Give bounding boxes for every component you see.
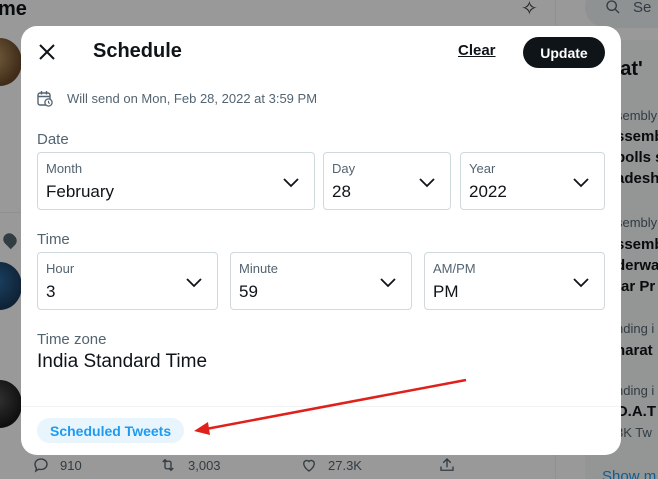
close-icon — [39, 44, 55, 60]
ampm-select-value: PM — [433, 282, 459, 301]
month-select-label: Month — [46, 161, 83, 176]
year-select[interactable]: Year 2022 — [460, 152, 605, 210]
timezone-value: India Standard Time — [37, 351, 208, 372]
will-send-info: Will send on Mon, Feb 28, 2022 at 3:59 P… — [37, 90, 317, 107]
month-select[interactable]: Month February — [37, 152, 315, 210]
day-select-value: 28 — [332, 182, 351, 201]
dialog-title: Schedule — [93, 40, 182, 62]
month-select-value: February — [46, 182, 115, 201]
chevron-down-icon — [283, 178, 299, 188]
close-button[interactable] — [33, 38, 61, 66]
hour-select[interactable]: Hour 3 — [37, 252, 218, 310]
minute-select-value: 59 — [239, 282, 258, 301]
chevron-down-icon — [573, 178, 589, 188]
day-select-label: Day — [332, 161, 356, 176]
minute-select[interactable]: Minute 59 — [230, 252, 412, 310]
chevron-down-icon — [380, 278, 396, 288]
minute-select-label: Minute — [239, 261, 279, 276]
chevron-down-icon — [186, 278, 202, 288]
hour-select-value: 3 — [46, 282, 56, 301]
chevron-down-icon — [573, 278, 589, 288]
day-select[interactable]: Day 28 — [323, 152, 451, 210]
hour-select-label: Hour — [46, 261, 75, 276]
year-select-value: 2022 — [469, 182, 507, 201]
chevron-down-icon — [419, 178, 435, 188]
update-button[interactable]: Update — [523, 37, 605, 68]
schedule-dialog: Schedule Clear Update Will send on Mon, … — [21, 26, 621, 455]
scheduled-tweets-button[interactable]: Scheduled Tweets — [37, 418, 185, 443]
calendar-clock-icon — [37, 91, 53, 107]
will-send-text: Will send on Mon, Feb 28, 2022 at 3:59 P… — [67, 91, 318, 106]
footer-divider — [21, 406, 621, 407]
date-section-label: Date — [37, 131, 69, 148]
ampm-select[interactable]: AM/PM PM — [424, 252, 605, 310]
time-section-label: Time — [37, 231, 70, 248]
year-select-label: Year — [469, 161, 496, 176]
ampm-select-label: AM/PM — [433, 261, 476, 276]
dialog-header: Schedule Clear Update — [21, 26, 621, 79]
timezone-label: Time zone — [37, 331, 107, 348]
clear-button[interactable]: Clear — [458, 42, 496, 59]
